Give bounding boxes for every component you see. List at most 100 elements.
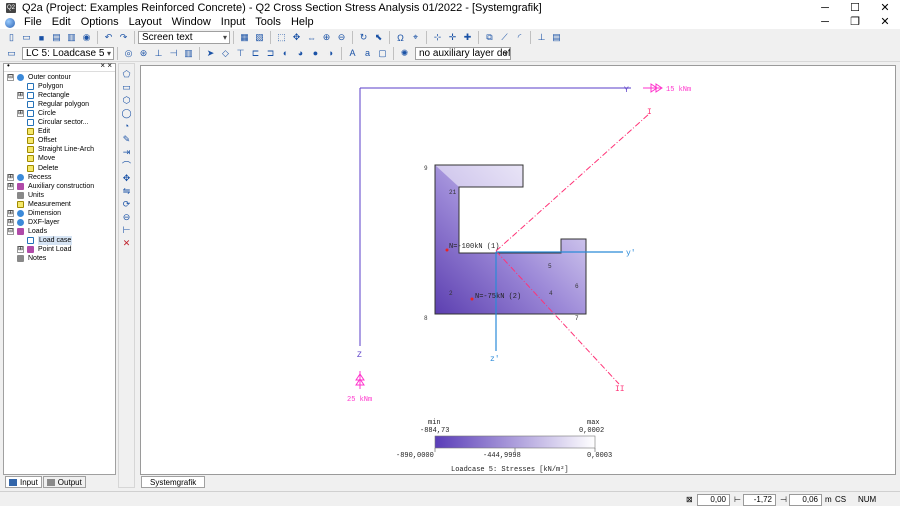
tree-item[interactable]: ⊞ Circle	[17, 109, 56, 118]
section-icon[interactable]: ◎	[122, 47, 135, 60]
print-icon[interactable]: ▥	[65, 31, 78, 44]
calculate-icon[interactable]: ▦	[238, 31, 251, 44]
arc-icon[interactable]: ◜	[513, 31, 526, 44]
tree-item[interactable]: ⊟ Loads	[7, 227, 47, 236]
rotate-tool-icon[interactable]: ⟳	[121, 198, 133, 210]
export-icon[interactable]: ▤	[50, 31, 63, 44]
tree-item[interactable]: Units	[7, 191, 44, 200]
document-icon[interactable]	[5, 17, 15, 28]
tree-item[interactable]: Straight Line-Arch	[17, 145, 94, 154]
printer-icon[interactable]: ▥	[182, 47, 195, 60]
text-mode-select[interactable]: Screen text ▾	[138, 31, 230, 44]
close-button[interactable]: ✕	[870, 0, 900, 16]
expand-icon[interactable]: ⊞	[17, 92, 24, 100]
tree-item[interactable]: Load case	[17, 235, 73, 245]
open-icon[interactable]: ▭	[20, 31, 33, 44]
magnet-icon[interactable]: Ω	[394, 31, 407, 44]
line-arc-tool-icon[interactable]: ⌒	[121, 159, 133, 171]
maximize-button[interactable]: ☐	[840, 0, 870, 16]
tree-item[interactable]: ⊞ Point Load	[17, 245, 71, 254]
stress-y-icon[interactable]: ⊤	[234, 47, 247, 60]
expand-icon[interactable]: ⊞	[17, 110, 24, 118]
tree-item[interactable]: Regular polygon	[17, 100, 89, 109]
menu-help[interactable]: Help	[286, 16, 319, 29]
menu-layout[interactable]: Layout	[124, 16, 167, 29]
node-icon[interactable]: ⧉	[483, 31, 496, 44]
doc-minimize-button[interactable]: ─	[810, 16, 840, 29]
menu-options[interactable]: Options	[76, 16, 124, 29]
tree-item[interactable]: Measurement	[7, 200, 71, 209]
tree-item[interactable]: ⊞ Auxiliary construction	[7, 182, 94, 191]
menu-tools[interactable]: Tools	[250, 16, 286, 29]
aux-layer-icon[interactable]: ✺	[398, 47, 411, 60]
refresh-icon[interactable]: ↻	[357, 31, 370, 44]
report-icon[interactable]: ▧	[253, 31, 266, 44]
move-tool-icon[interactable]: ✥	[121, 172, 133, 184]
menu-window[interactable]: Window	[167, 16, 216, 29]
axis-icon[interactable]: ✚	[461, 31, 474, 44]
tab-output[interactable]: Output	[42, 476, 86, 488]
tree-item[interactable]: ⊞ Rectangle	[17, 91, 70, 100]
redo-icon[interactable]: ↷	[117, 31, 130, 44]
select-icon[interactable]: ⬉	[372, 31, 385, 44]
result-icon[interactable]: ◑	[324, 47, 337, 60]
tree-item[interactable]: ⊞ Recess	[7, 173, 51, 182]
hinge-icon[interactable]: ⊣	[167, 47, 180, 60]
layer-icon[interactable]: ▤	[550, 31, 563, 44]
sector-tool-icon[interactable]: ◔	[121, 120, 133, 132]
expand-icon[interactable]: ⊞	[7, 182, 14, 190]
recess-tool-icon[interactable]: ⊖	[121, 211, 133, 223]
line-icon[interactable]: ⟋	[498, 31, 511, 44]
tree-item[interactable]: Offset	[17, 136, 57, 145]
tree-item[interactable]: ⊞ Dimension	[7, 209, 61, 218]
menu-input[interactable]: Input	[216, 16, 250, 29]
save-icon[interactable]: ■	[35, 31, 48, 44]
tree-item[interactable]: Edit	[17, 127, 50, 136]
target-icon[interactable]: ⊛	[137, 47, 150, 60]
zoom-out-icon[interactable]: ⊖	[335, 31, 348, 44]
pin-icon[interactable]: •	[7, 61, 10, 70]
menu-file[interactable]: File	[19, 16, 47, 29]
print-preview-icon[interactable]: ◉	[80, 31, 93, 44]
zoom-in-icon[interactable]: ⊕	[320, 31, 333, 44]
expand-icon[interactable]: ⊞	[7, 209, 14, 217]
system-graphic-canvas[interactable]: Y Z 15 kNm 25 kNm I II y' z' N=-100kN (1…	[140, 65, 896, 475]
support-icon[interactable]: ⊥	[152, 47, 165, 60]
eccentric-icon[interactable]: ◐	[279, 47, 292, 60]
delete-tool-icon[interactable]: ✕	[121, 237, 133, 249]
undo-icon[interactable]: ↶	[102, 31, 115, 44]
text-size-up-icon[interactable]: A	[346, 47, 359, 60]
tree-item[interactable]: ⊞ DXF-layer	[7, 218, 60, 227]
expand-icon[interactable]: ⊞	[7, 218, 14, 226]
collapse-icon[interactable]: ⊟	[7, 227, 14, 235]
measure-icon[interactable]: ⊥	[535, 31, 548, 44]
arrow-icon[interactable]: ➤	[204, 47, 217, 60]
menu-edit[interactable]: Edit	[47, 16, 76, 29]
offset-tool-icon[interactable]: ⇥	[121, 146, 133, 158]
shear-icon[interactable]: ⊐	[264, 47, 277, 60]
tab-systemgrafik[interactable]: Systemgrafik	[141, 476, 206, 488]
edit-tool-icon[interactable]: ✎	[121, 133, 133, 145]
close-panel-icon[interactable]: × ×	[100, 61, 112, 70]
color-fill-icon[interactable]: ◕	[294, 47, 307, 60]
cross-icon[interactable]: ✛	[446, 31, 459, 44]
diamond-icon[interactable]: ◇	[219, 47, 232, 60]
aux-layer-select[interactable]: no auxiliary layer defines ▾	[415, 46, 511, 60]
tree-item[interactable]: Move	[17, 154, 55, 163]
collapse-icon[interactable]: ⊟	[7, 74, 14, 81]
zoom-all-icon[interactable]: ✥	[290, 31, 303, 44]
expand-icon[interactable]: ⊞	[7, 173, 14, 181]
expand-icon[interactable]: ⊞	[17, 245, 24, 253]
palette-icon[interactable]: ●	[309, 47, 322, 60]
doc-close-button[interactable]: ✕	[870, 16, 900, 29]
new-icon[interactable]: ▯	[5, 31, 18, 44]
tree-item[interactable]: Polygon	[17, 82, 63, 91]
tab-input[interactable]: Input	[5, 476, 42, 488]
rectangle-tool-icon[interactable]: ▭	[121, 81, 133, 93]
stress-z-icon[interactable]: ⊏	[249, 47, 262, 60]
mirror-tool-icon[interactable]: ⇋	[121, 185, 133, 197]
dimension-tool-icon[interactable]: ⊢	[121, 224, 133, 236]
tree-item[interactable]: Circular sector...	[17, 118, 89, 127]
tree-item[interactable]: ⊟ Outer contour	[7, 73, 71, 82]
frame-icon[interactable]: ▢	[376, 47, 389, 60]
